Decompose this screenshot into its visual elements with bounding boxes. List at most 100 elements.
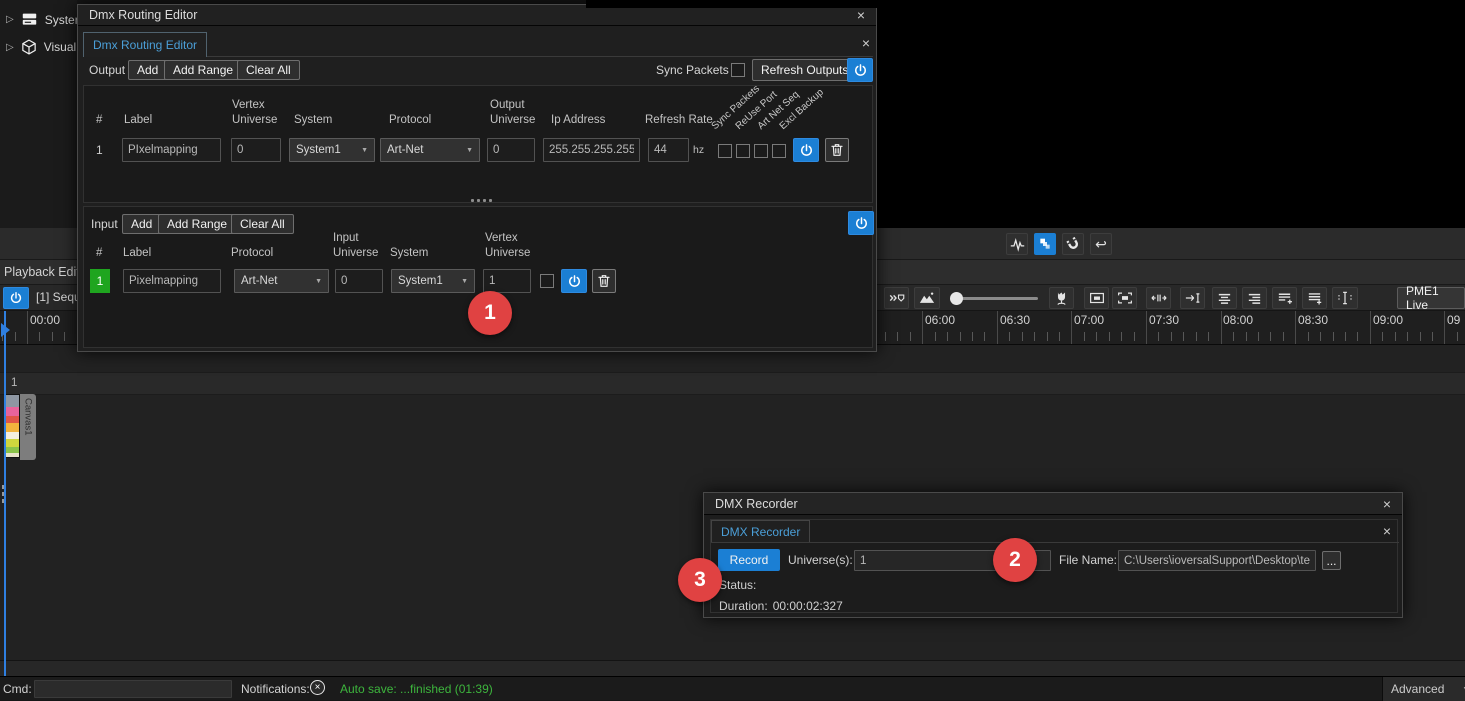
cmd-input[interactable] <box>34 680 232 698</box>
tab-label: DMX Recorder <box>721 525 800 539</box>
add-track-button[interactable] <box>1272 287 1297 309</box>
output-artnet-seq-checkbox[interactable] <box>754 144 768 158</box>
output-ip-input[interactable] <box>543 138 640 162</box>
zoom-fit-button[interactable] <box>1049 287 1074 309</box>
close-icon[interactable]: × <box>1383 524 1391 538</box>
input-row-power-button[interactable] <box>561 269 587 293</box>
tab-dmx-recorder[interactable]: DMX Recorder <box>711 520 810 542</box>
thumbnails-button[interactable] <box>914 287 940 309</box>
tree-item-label: Syster <box>45 13 77 27</box>
col-label: Label <box>124 114 152 126</box>
output-add-button[interactable]: Add <box>128 60 167 80</box>
ruler-tick <box>1420 332 1421 341</box>
timeline-clip[interactable] <box>5 394 20 458</box>
splitter-handle[interactable] <box>471 199 492 202</box>
browse-button[interactable]: ... <box>1322 551 1341 570</box>
stretch-clips-button[interactable] <box>1146 287 1171 309</box>
output-add-range-button[interactable]: Add Range <box>164 60 242 80</box>
live-mode-button[interactable]: PME1 Live <box>1397 287 1465 309</box>
input-add-range-button[interactable]: Add Range <box>158 214 236 234</box>
input-vertex-universe-input[interactable] <box>483 269 531 293</box>
frame-selection-button[interactable] <box>1112 287 1137 309</box>
pulse-curve-button[interactable] <box>1006 233 1028 255</box>
col-system: System <box>294 114 332 126</box>
close-icon[interactable]: × <box>857 8 865 22</box>
output-protocol-select[interactable]: Art-Net▼ <box>380 138 480 162</box>
expander-icon[interactable]: ▷ <box>6 42 14 53</box>
sync-packets-checkbox[interactable] <box>731 63 745 77</box>
output-label-input[interactable] <box>122 138 221 162</box>
clip-segment <box>6 439 19 447</box>
input-label-input[interactable] <box>123 269 221 293</box>
ruler-tick <box>1022 332 1023 341</box>
output-row-number: 1 <box>96 143 103 157</box>
align-center-icon <box>1216 290 1233 307</box>
col-protocol: Protocol <box>389 114 431 126</box>
tree-item-visualizer[interactable]: ▷ Visual <box>6 38 76 56</box>
badge-value: 1 <box>97 274 104 288</box>
move-to-cursor-button[interactable] <box>1180 287 1205 309</box>
col-input-universe: Input <box>333 232 359 244</box>
output-excl-backup-checkbox[interactable] <box>772 144 786 158</box>
align-right-button[interactable] <box>1242 287 1267 309</box>
project-tree-panel: ▷ Syster ▷ Visual <box>0 0 77 228</box>
annotation-circle-1: 1 <box>468 291 512 335</box>
tab-dmx-routing-editor[interactable]: Dmx Routing Editor <box>83 32 207 57</box>
ruler-tick <box>997 311 998 345</box>
tree-item-system[interactable]: ▷ Syster <box>6 10 77 29</box>
col-ip-address: Ip Address <box>551 114 605 126</box>
output-vertex-universe-input[interactable] <box>231 138 281 162</box>
expander-icon[interactable]: ▷ <box>6 14 14 25</box>
input-clear-all-button[interactable]: Clear All <box>231 214 294 234</box>
close-icon[interactable]: × <box>862 36 870 50</box>
insert-track-button[interactable] <box>1302 287 1327 309</box>
input-universe-input[interactable] <box>335 269 383 293</box>
output-row-delete-button[interactable] <box>825 138 849 162</box>
ruler-tick <box>1084 332 1085 341</box>
clip-name-tab[interactable]: Canvas1 <box>20 394 36 460</box>
cue-jump-button[interactable] <box>884 287 909 309</box>
input-protocol-select[interactable]: Art-Net▼ <box>234 269 329 293</box>
output-sync-packets-checkbox[interactable] <box>718 144 732 158</box>
notifications-label: Notifications: <box>241 682 310 696</box>
track-group-row[interactable]: 1 <box>0 372 1465 395</box>
sequence-power-button[interactable] <box>3 287 29 309</box>
ruler-tick <box>885 332 886 341</box>
timeline-zoom-slider[interactable] <box>948 287 1044 309</box>
ruler-tick <box>39 332 40 341</box>
output-row-power-button[interactable] <box>793 138 819 162</box>
input-power-button[interactable] <box>848 211 874 235</box>
output-power-button[interactable] <box>847 58 873 82</box>
playhead-marker[interactable] <box>1 323 10 337</box>
output-reuse-port-checkbox[interactable] <box>736 144 750 158</box>
align-center-button[interactable] <box>1212 287 1237 309</box>
cmd-label: Cmd: <box>3 682 32 696</box>
close-icon[interactable]: × <box>1383 497 1391 511</box>
input-row-delete-button[interactable] <box>592 269 616 293</box>
recorder-dialog-titlebar[interactable]: DMX Recorder × <box>704 493 1402 515</box>
annotation-number: 1 <box>484 301 496 325</box>
undo-button[interactable]: ↩ <box>1090 233 1112 255</box>
horizontal-arrows-icon <box>1150 289 1168 307</box>
refresh-outputs-button[interactable]: Refresh Outputs <box>752 59 857 81</box>
file-name-input[interactable] <box>1118 550 1316 571</box>
dismiss-notification-icon[interactable]: × <box>310 680 325 695</box>
output-universe-input[interactable] <box>487 138 535 162</box>
frame-view-button[interactable] <box>1084 287 1109 309</box>
routing-dialog-titlebar[interactable]: Dmx Routing Editor × <box>78 5 876 26</box>
snap-magnet-button[interactable] <box>1062 233 1084 255</box>
advanced-dropdown[interactable]: Advanced ▼ <box>1391 682 1465 696</box>
output-refresh-rate-input[interactable] <box>648 138 689 162</box>
input-add-button[interactable]: Add <box>122 214 161 234</box>
sequence-label[interactable]: [1] Sequ <box>36 290 81 304</box>
input-system-select[interactable]: System1▼ <box>391 269 475 293</box>
output-clear-all-button[interactable]: Clear All <box>237 60 300 80</box>
step-mode-button[interactable] <box>1034 233 1056 255</box>
input-row-checkbox[interactable] <box>540 274 554 288</box>
output-system-select[interactable]: System1▼ <box>289 138 375 162</box>
record-button[interactable]: Record <box>718 549 780 571</box>
timeline-hscroll[interactable] <box>0 660 1465 676</box>
range-select-button[interactable] <box>1332 287 1358 309</box>
playhead-line[interactable] <box>4 311 6 676</box>
slider-thumb[interactable] <box>950 292 963 305</box>
